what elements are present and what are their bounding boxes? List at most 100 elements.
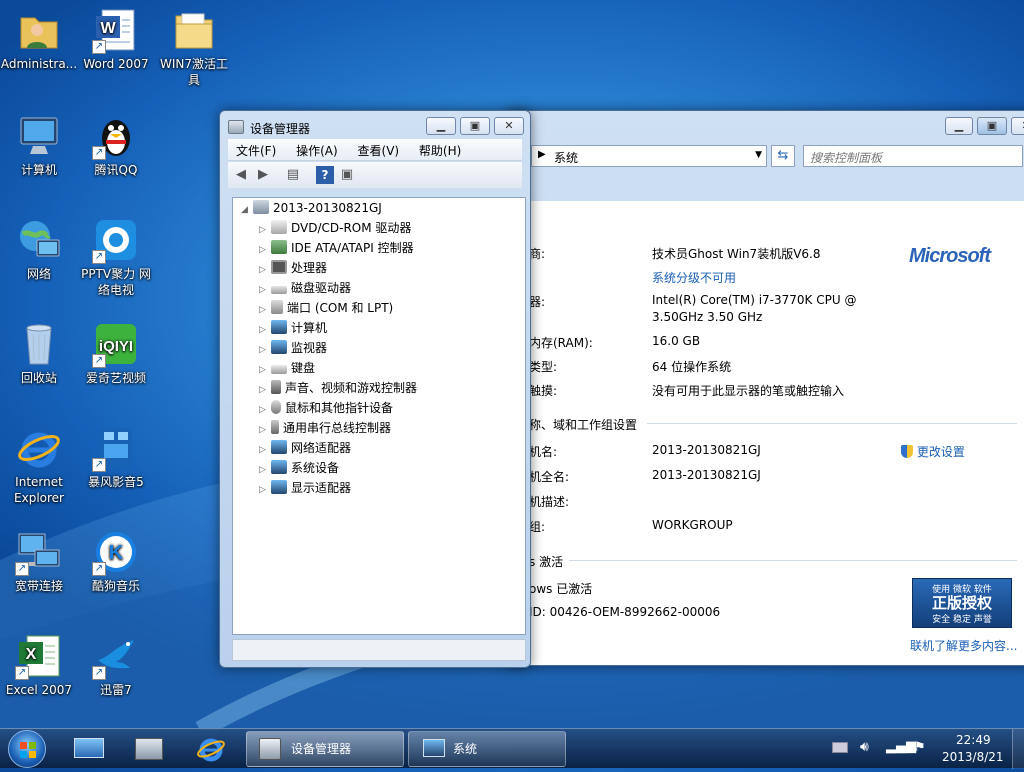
device-manager-icon	[228, 120, 244, 134]
tree-node-sound[interactable]: ▷ 声音、视频和游戏控制器	[259, 378, 417, 398]
address-bar[interactable]: ▶ 系统 ▼	[531, 145, 767, 167]
tree-node-network-adapter[interactable]: ▷ 网络适配器	[259, 438, 351, 458]
system-icon	[423, 739, 445, 757]
expand-icon[interactable]: ▷	[259, 220, 271, 240]
cpu-value-line2: 3.50GHz 3.50 GHz	[652, 310, 763, 324]
menu-file[interactable]: 文件(F)	[228, 139, 284, 162]
section-divider	[569, 560, 1017, 561]
desktop-icon-qq[interactable]: ↗ 腾讯QQ	[77, 112, 155, 178]
close-button[interactable]: ✕	[1011, 117, 1024, 135]
menu-help[interactable]: 帮助(H)	[411, 139, 469, 162]
show-hide-tree-icon[interactable]: ▤	[284, 166, 302, 184]
device-manager-window[interactable]: 设备管理器 ▁ ▣ ✕ 文件(F) 操作(A) 查看(V) 帮助(H) ◀ ▶ …	[219, 110, 531, 668]
taskbar: 设备管理器 系统 🔊︎ ▂▄▆ ⚑ 22:49 2013/8/21	[0, 728, 1024, 769]
minimize-button[interactable]: ▁	[426, 117, 456, 135]
shortcut-arrow-icon: ↗	[92, 146, 106, 160]
learn-more-link[interactable]: 联机了解更多内容...	[910, 637, 1017, 654]
desktop-icon-win7-activator[interactable]: WIN7激活工具	[155, 6, 233, 88]
tree-node-monitor[interactable]: ▷ 监视器	[259, 338, 327, 358]
change-settings-link[interactable]: 更改设置	[901, 443, 965, 460]
expand-icon[interactable]: ▷	[259, 480, 271, 500]
tree-node-disk[interactable]: ▷ 磁盘驱动器	[259, 278, 351, 298]
tree-node-computer[interactable]: ▷ 计算机	[259, 318, 327, 338]
search-input[interactable]: 搜索控制面板	[803, 145, 1023, 167]
back-arrow-icon[interactable]: ◀	[232, 166, 250, 184]
desktop-icon-administrator[interactable]: Administra...	[0, 6, 78, 72]
maximize-button[interactable]: ▣	[977, 117, 1007, 135]
refresh-button[interactable]: ⇆	[771, 145, 795, 167]
desktop-icon-network[interactable]: 网络	[0, 216, 78, 282]
tree-node-dvd[interactable]: ▷ DVD/CD-ROM 驱动器	[259, 218, 411, 238]
tree-node-display-adapter[interactable]: ▷ 显示适配器	[259, 478, 351, 498]
excel-icon: X ↗	[15, 632, 63, 680]
expand-icon[interactable]: ▷	[259, 260, 271, 280]
forward-arrow-icon[interactable]: ▶	[254, 166, 272, 184]
activation-status: ows 已激活	[529, 582, 593, 596]
expand-icon[interactable]: ▷	[259, 380, 271, 400]
desktop-icon-recycle-bin[interactable]: 回收站	[0, 320, 78, 386]
ie-pin[interactable]	[194, 733, 228, 765]
system-type-label: 类型:	[529, 360, 558, 374]
genuine-badge: 使用 微软 软件 正版授权 安全 稳定 声誉	[912, 578, 1012, 628]
tree-node-mouse[interactable]: ▷ 鼠标和其他指针设备	[259, 398, 393, 418]
expand-icon[interactable]: ▷	[259, 420, 271, 440]
expand-icon[interactable]: ▷	[259, 300, 271, 320]
tree-node-processor[interactable]: ▷ 处理器	[259, 258, 327, 278]
expand-icon[interactable]: ▷	[259, 360, 271, 380]
desktop-icon-word-2007[interactable]: W ↗ Word 2007	[77, 6, 155, 72]
maximize-button[interactable]: ▣	[460, 117, 490, 135]
taskbar-item-device-manager[interactable]: 设备管理器	[246, 731, 404, 767]
menu-action[interactable]: 操作(A)	[288, 139, 346, 162]
taskbar-item-system[interactable]: 系统	[408, 731, 566, 767]
desktop-icon-internet-explorer[interactable]: Internet Explorer	[0, 424, 78, 506]
expand-icon[interactable]: ▷	[259, 340, 271, 360]
workgroup-value: WORKGROUP	[652, 518, 733, 532]
expand-icon[interactable]: ▷	[259, 240, 271, 260]
clock-time[interactable]: 22:49	[956, 733, 991, 747]
properties-icon[interactable]: ▣	[338, 166, 356, 184]
broadband-icon: ↗	[15, 528, 63, 576]
desktop-icon-pptv[interactable]: ↗ PPTV聚力 网络电视	[77, 216, 155, 298]
flag-icon[interactable]: ⚑	[914, 740, 926, 755]
show-desktop-pin[interactable]	[72, 735, 106, 763]
breadcrumb-arrow-icon: ▶	[538, 149, 546, 160]
keyboard-icon[interactable]	[832, 742, 848, 753]
window-title: 设备管理器	[250, 122, 311, 136]
collapse-icon[interactable]: ◢	[241, 200, 253, 220]
desktop-icon-computer[interactable]: 计算机	[0, 112, 78, 178]
close-button[interactable]: ✕	[494, 117, 524, 135]
help-icon[interactable]: ?	[316, 166, 334, 184]
desktop-icon-kugou[interactable]: K ↗ 酷狗音乐	[77, 528, 155, 594]
desktop-icon-xunlei[interactable]: ↗ 迅雷7	[77, 632, 155, 698]
explorer-pin[interactable]	[132, 735, 166, 763]
expand-icon[interactable]: ▷	[259, 460, 271, 480]
tree-node-system-devices[interactable]: ▷ 系统设备	[259, 458, 339, 478]
tree-node-ports[interactable]: ▷ 端口 (COM 和 LPT)	[259, 298, 393, 318]
device-tree[interactable]: ◢ 2013-20130821GJ ▷ DVD/CD-ROM 驱动器 ▷ IDE AT…	[232, 197, 526, 635]
minimize-button[interactable]: ▁	[945, 117, 973, 135]
expand-icon[interactable]: ▷	[259, 280, 271, 300]
chevron-down-icon[interactable]: ▼	[755, 150, 762, 160]
expand-icon[interactable]: ▷	[259, 400, 271, 420]
desktop-icon-broadband[interactable]: ↗ 宽带连接	[0, 528, 78, 594]
clock-date[interactable]: 2013/8/21	[942, 750, 1004, 764]
expand-icon[interactable]: ▷	[259, 320, 271, 340]
desktop-icon-excel-2007[interactable]: X ↗ Excel 2007	[0, 632, 78, 698]
show-desktop-button[interactable]	[1012, 729, 1024, 769]
computer-name-label: 机名:	[529, 445, 558, 459]
volume-icon[interactable]: 🔊︎	[860, 739, 869, 755]
menu-view[interactable]: 查看(V)	[350, 139, 408, 162]
start-button[interactable]	[8, 730, 46, 768]
system-window[interactable]: ▁ ▣ ✕ ▶ 系统 ▼ ⇆ 搜索控制面板 Microsoft 商: 技术员Gh…	[506, 110, 1024, 666]
desktop-icon-baofeng[interactable]: ↗ 暴风影音5	[77, 424, 155, 490]
tree-node-keyboard[interactable]: ▷ 键盘	[259, 358, 315, 378]
rating-link[interactable]: 系统分级不可用	[652, 269, 736, 286]
expand-icon[interactable]: ▷	[259, 440, 271, 460]
breadcrumb[interactable]: 系统	[554, 149, 578, 166]
network-signal-icon[interactable]: ▂▄▆	[886, 739, 916, 754]
tree-node-ide[interactable]: ▷ IDE ATA/ATAPI 控制器	[259, 238, 414, 258]
tree-node-usb[interactable]: ▷ 通用串行总线控制器	[259, 418, 391, 438]
tree-root[interactable]: ◢ 2013-20130821GJ	[241, 198, 382, 218]
desktop-icon-iqiyi[interactable]: iQIYI ↗ 爱奇艺视频	[77, 320, 155, 386]
pen-touch-label: 触摸:	[529, 384, 558, 398]
